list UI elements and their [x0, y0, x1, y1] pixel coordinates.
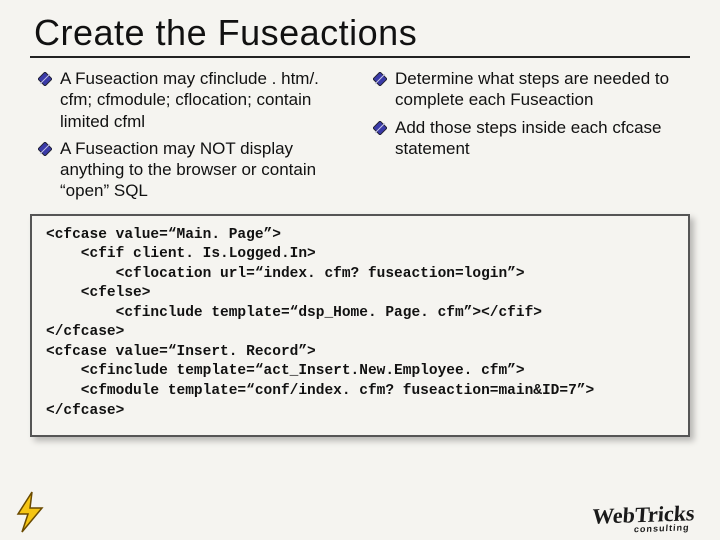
diamond-bullet-icon [373, 72, 387, 86]
diamond-bullet-icon [38, 142, 52, 156]
list-item: Add those steps inside each cfcase state… [373, 117, 690, 160]
list-item: Determine what steps are needed to compl… [373, 68, 690, 111]
code-block: <cfcase value=“Main. Page”> <cfif client… [30, 214, 690, 438]
slide: Create the Fuseactions A Fuseaction may … [0, 0, 720, 540]
footer: WebTricks consulting [0, 490, 720, 534]
diamond-bullet-icon [373, 121, 387, 135]
title-underline: Create the Fuseactions [30, 12, 690, 58]
bullet-columns: A Fuseaction may cfinclude . htm/. cfm; … [30, 66, 690, 208]
diamond-bullet-icon [38, 72, 52, 86]
lightning-bolt-icon [12, 490, 48, 534]
bullet-text: Add those steps inside each cfcase state… [395, 117, 690, 160]
left-column: A Fuseaction may cfinclude . htm/. cfm; … [30, 66, 355, 208]
bullet-text: Determine what steps are needed to compl… [395, 68, 690, 111]
list-item: A Fuseaction may cfinclude . htm/. cfm; … [38, 68, 355, 132]
page-title: Create the Fuseactions [30, 12, 690, 54]
brand-logo: WebTricks consulting [590, 500, 695, 536]
right-column: Determine what steps are needed to compl… [365, 66, 690, 208]
bullet-text: A Fuseaction may NOT display anything to… [60, 138, 355, 202]
bullet-text: A Fuseaction may cfinclude . htm/. cfm; … [60, 68, 355, 132]
list-item: A Fuseaction may NOT display anything to… [38, 138, 355, 202]
